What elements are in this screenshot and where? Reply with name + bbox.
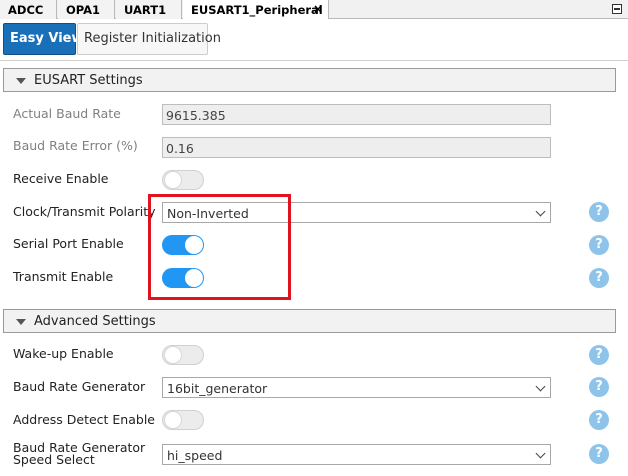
view-tab-bar: Easy View Register Initialization (0, 19, 628, 61)
receive-enable-toggle[interactable] (162, 170, 204, 190)
help-icon[interactable]: ? (589, 345, 609, 365)
help-icon[interactable]: ? (589, 268, 609, 288)
minimize-icon[interactable] (612, 4, 622, 14)
toggle-knob (164, 346, 182, 364)
baud-rate-error-field: 0.16 (162, 137, 551, 158)
baud-rate-error-label: Baud Rate Error (%) (13, 138, 138, 153)
wakeup-enable-label: Wake-up Enable (13, 346, 114, 361)
tab-register-initialization[interactable]: Register Initialization (77, 23, 221, 55)
tab-easy-view[interactable]: Easy View (3, 23, 84, 55)
help-icon[interactable]: ? (589, 444, 609, 464)
baud-rate-generator-select[interactable]: 16bit_generator (162, 377, 551, 398)
chevron-down-icon (535, 381, 546, 392)
clock-polarity-label: Clock/Transmit Polarity (13, 204, 156, 219)
tab-eusart1-peripheral[interactable]: EUSART1_Peripheral × (183, 0, 329, 20)
transmit-enable-label: Transmit Enable (13, 269, 114, 284)
speed-select-label-line2: Speed Select (13, 452, 95, 467)
highlight-box (148, 194, 291, 300)
speed-select-value: hi_speed (167, 448, 223, 463)
section-title: EUSART Settings (34, 73, 143, 88)
serial-port-enable-label: Serial Port Enable (13, 236, 124, 251)
wakeup-enable-toggle[interactable] (162, 345, 204, 365)
tab-opa1-label: OPA1 (66, 3, 101, 17)
baud-rate-generator-label: Baud Rate Generator (13, 379, 146, 394)
help-icon[interactable]: ? (589, 202, 609, 222)
toggle-knob (164, 411, 182, 429)
collapse-triangle-icon (16, 78, 26, 84)
tab-uart1[interactable]: UART1 (116, 0, 182, 19)
eusart-settings-header[interactable]: EUSART Settings (3, 68, 616, 92)
tab-eusart1-label: EUSART1_Peripheral (191, 3, 323, 17)
editor-tab-strip: ADCC OPA1 UART1 EUSART1_Peripheral × (0, 0, 628, 20)
actual-baud-rate-field: 9615.385 (162, 104, 551, 125)
tab-uart1-label: UART1 (124, 3, 167, 17)
receive-enable-label: Receive Enable (13, 171, 109, 186)
actual-baud-rate-label: Actual Baud Rate (13, 106, 121, 121)
close-tab-icon[interactable]: × (313, 2, 323, 16)
advanced-settings-header[interactable]: Advanced Settings (3, 309, 616, 333)
tab-adcc-label: ADCC (8, 3, 44, 17)
section-title: Advanced Settings (34, 314, 156, 329)
help-icon[interactable]: ? (589, 410, 609, 430)
collapse-triangle-icon (16, 319, 26, 325)
speed-select-select[interactable]: hi_speed (162, 444, 551, 465)
address-detect-enable-label: Address Detect Enable (13, 412, 155, 427)
baud-rate-generator-value: 16bit_generator (167, 381, 268, 396)
chevron-down-icon (535, 206, 546, 217)
chevron-down-icon (535, 448, 546, 459)
toggle-knob (164, 171, 182, 189)
tab-opa1[interactable]: OPA1 (58, 0, 115, 19)
help-icon[interactable]: ? (589, 377, 609, 397)
address-detect-enable-toggle[interactable] (162, 410, 204, 430)
help-icon[interactable]: ? (589, 235, 609, 255)
tab-adcc[interactable]: ADCC (0, 0, 57, 19)
